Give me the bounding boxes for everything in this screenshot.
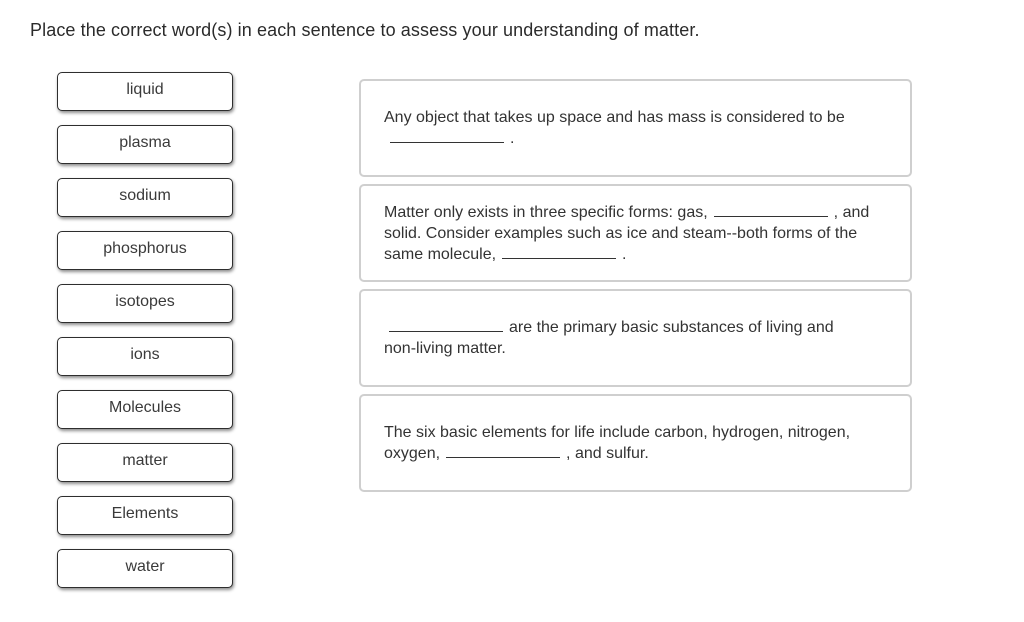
sentence-card-1: Any object that takes up space and has m… — [359, 79, 912, 177]
sentence-text: are the primary basic substances of livi… — [384, 317, 870, 359]
word-tile-matter[interactable]: matter — [57, 443, 233, 482]
word-tile-liquid[interactable]: liquid — [57, 72, 233, 111]
instructions-text: Place the correct word(s) in each senten… — [30, 20, 700, 40]
word-tile-elements[interactable]: Elements — [57, 496, 233, 535]
drop-blank[interactable] — [446, 456, 561, 458]
word-bank: liquid plasma sodium phosphorus isotopes… — [57, 72, 233, 602]
word-tile-sodium[interactable]: sodium — [57, 178, 233, 217]
drop-blank[interactable] — [389, 330, 503, 332]
word-tile-phosphorus[interactable]: phosphorus — [57, 231, 233, 270]
sentence-text: The six basic elements for life include … — [384, 422, 870, 464]
drop-blank[interactable] — [502, 257, 617, 259]
drop-blank[interactable] — [713, 215, 828, 217]
word-tile-plasma[interactable]: plasma — [57, 125, 233, 164]
word-tile-ions[interactable]: ions — [57, 337, 233, 376]
word-tile-molecules[interactable]: Molecules — [57, 390, 233, 429]
sentence-part: , and sulfur. — [566, 445, 649, 462]
sentence-part: . — [510, 130, 515, 147]
sentence-card-2: Matter only exists in three specific for… — [359, 184, 912, 282]
sentence-list: Any object that takes up space and has m… — [359, 79, 912, 499]
sentence-part: Matter only exists in three specific for… — [384, 203, 708, 221]
sentence-card-4: The six basic elements for life include … — [359, 394, 912, 492]
word-tile-isotopes[interactable]: isotopes — [57, 284, 233, 323]
sentence-card-3: are the primary basic substances of livi… — [359, 289, 912, 387]
sentence-text: Any object that takes up space and has m… — [384, 107, 870, 149]
drop-blank[interactable] — [390, 141, 504, 143]
sentence-part: . — [622, 245, 627, 263]
sentence-text: Matter only exists in three specific for… — [384, 202, 870, 265]
word-tile-water[interactable]: water — [57, 549, 233, 588]
sentence-part: Any object that takes up space and has m… — [384, 109, 845, 126]
sentence-part: are the primary basic substances of livi… — [384, 319, 834, 357]
